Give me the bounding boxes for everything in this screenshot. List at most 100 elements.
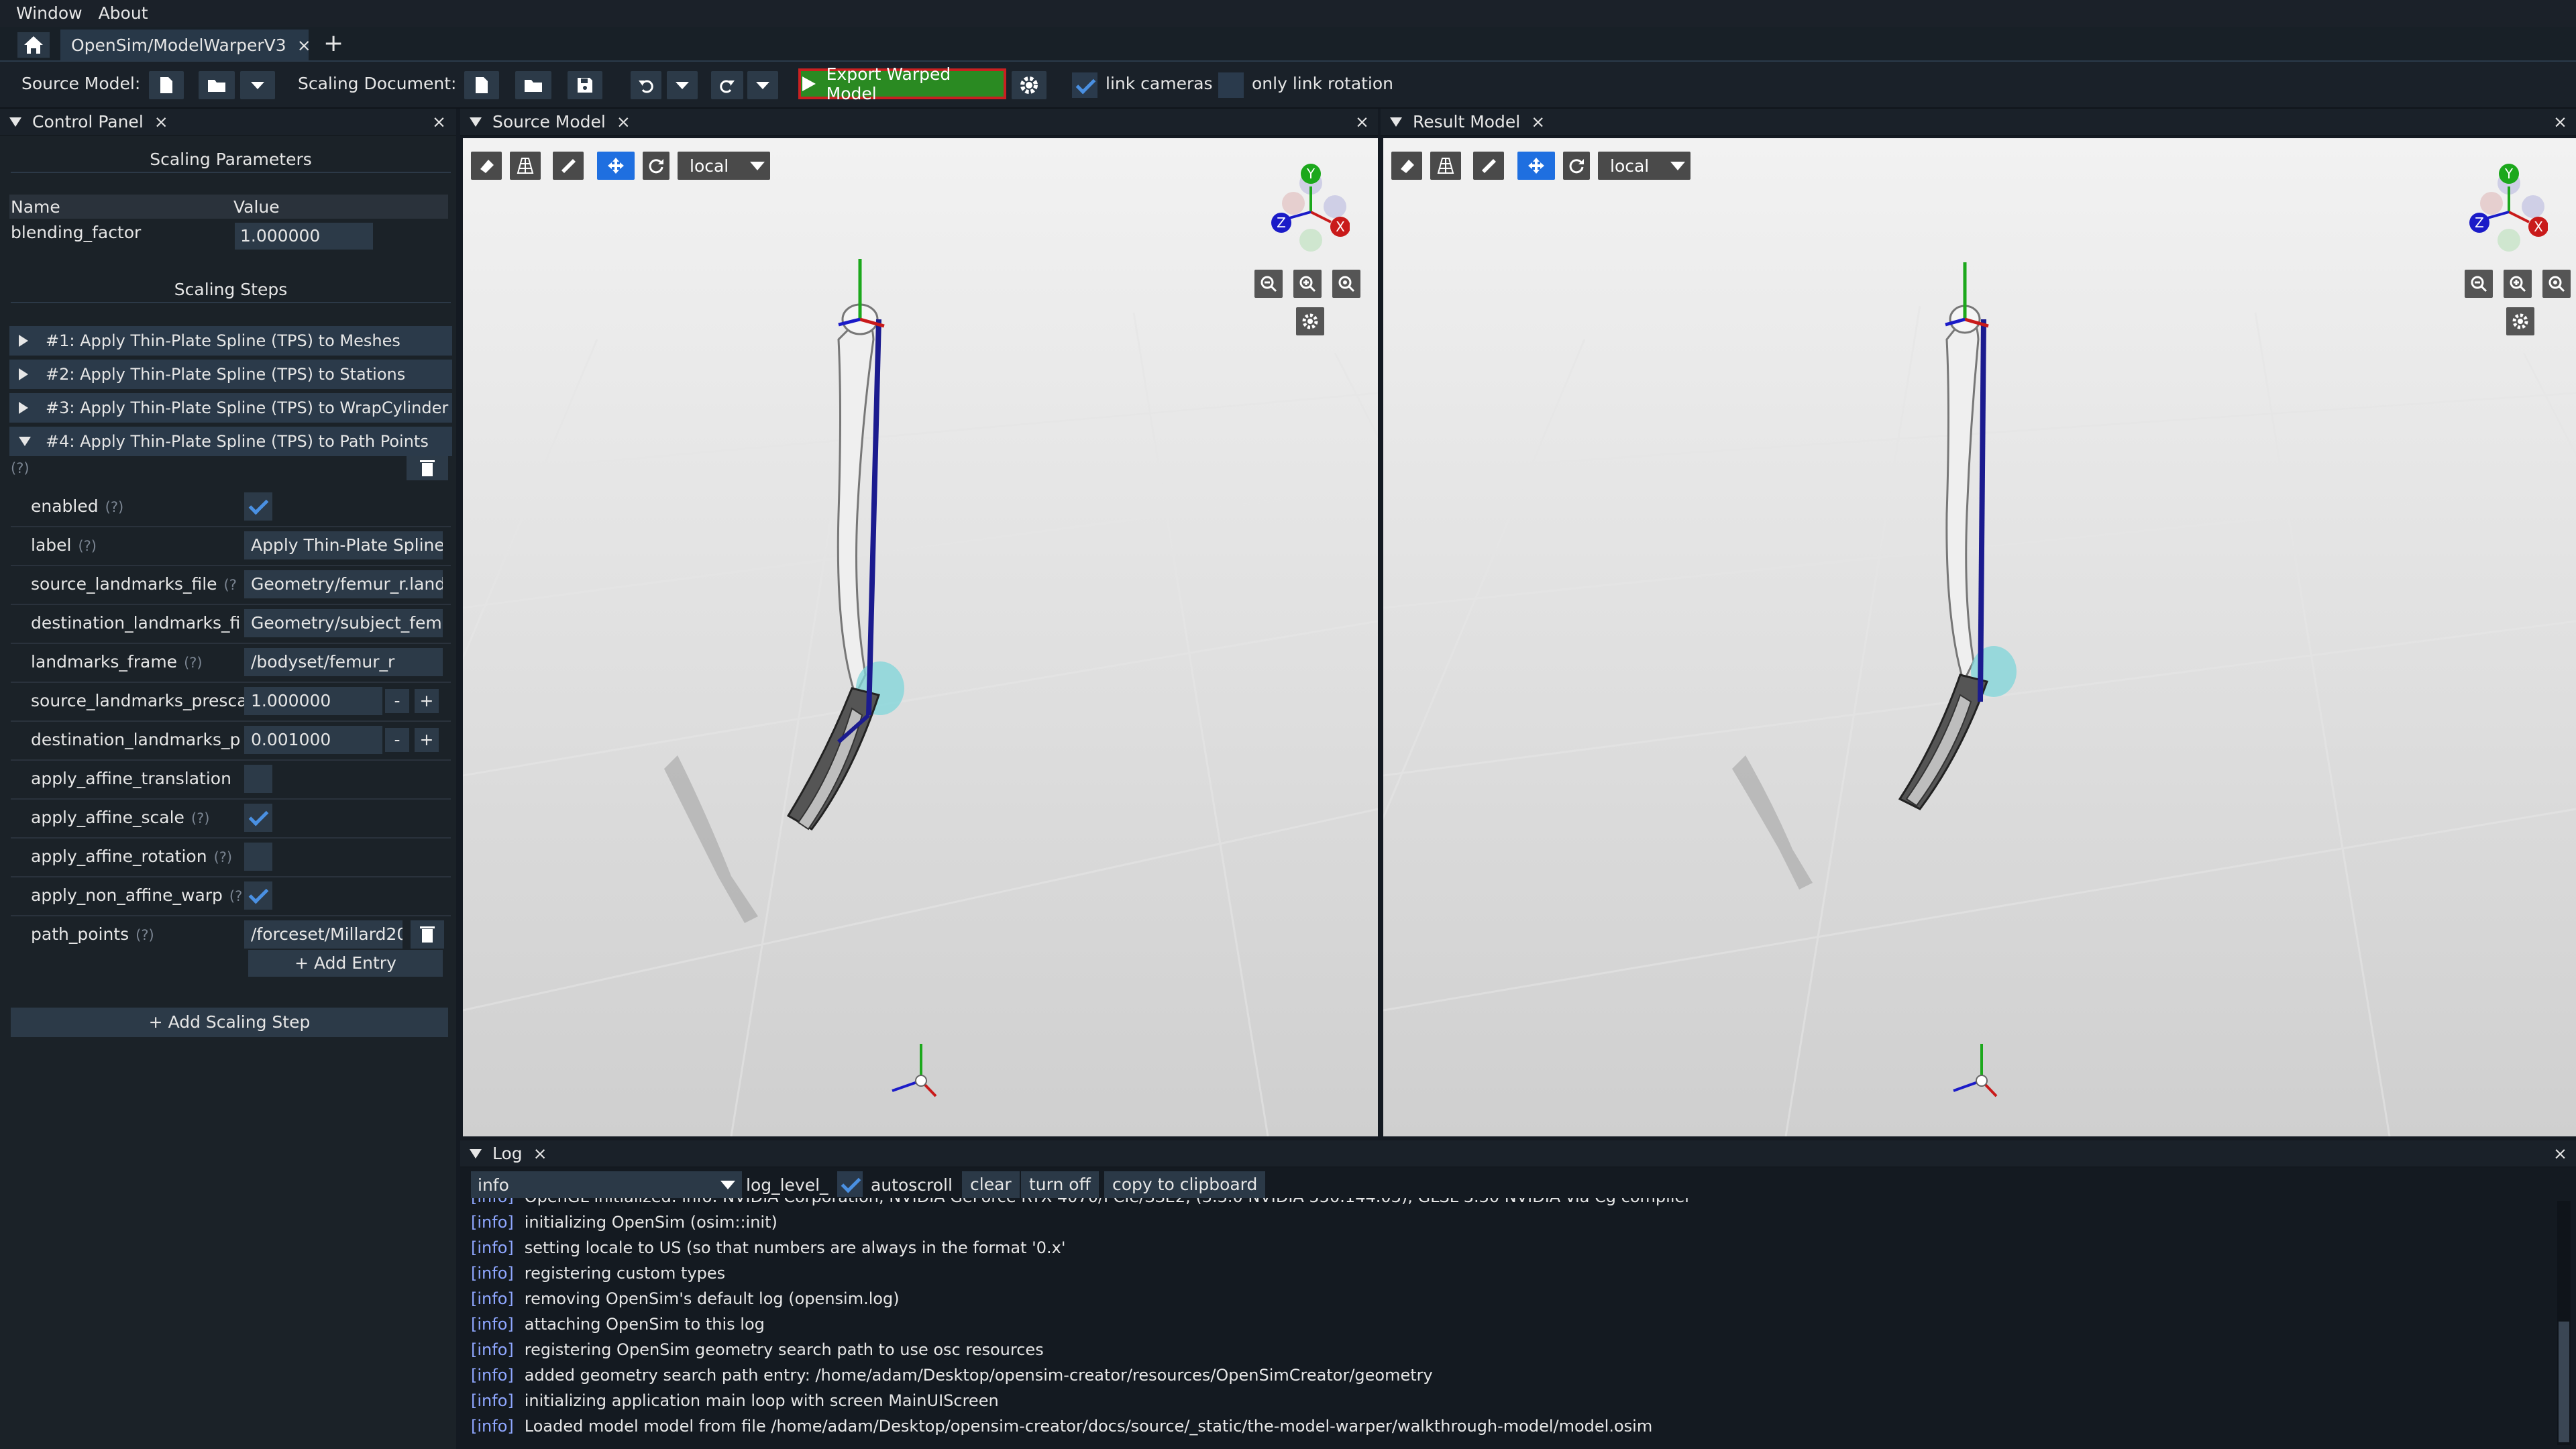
copy-to-clipboard-button[interactable]: copy to clipboard: [1104, 1171, 1266, 1198]
ruler-button[interactable]: [553, 152, 584, 180]
add-scaling-step-button[interactable]: + Add Scaling Step: [11, 1008, 448, 1037]
blending-factor-input[interactable]: 1.000000: [235, 223, 373, 250]
menu-about[interactable]: About: [99, 0, 148, 27]
property-input[interactable]: Geometry/femur_r.landm: [244, 570, 443, 598]
link-cameras-checkbox[interactable]: [1072, 72, 1097, 98]
home-tab[interactable]: [17, 32, 50, 58]
viewport-settings-button[interactable]: [2506, 307, 2534, 335]
eraser-button[interactable]: [471, 152, 502, 180]
help-marker[interactable]: (?): [214, 849, 233, 865]
property-input[interactable]: 0.001000: [244, 726, 382, 754]
help-marker[interactable]: (?: [229, 888, 242, 904]
scaling-step-4[interactable]: #4: Apply Thin-Plate Spline (TPS) to Pat…: [9, 427, 452, 456]
log-close-window-icon[interactable]: ×: [2553, 1144, 2567, 1163]
help-marker[interactable]: (?): [136, 927, 154, 943]
help-marker[interactable]: (?): [184, 655, 203, 671]
export-settings-button[interactable]: [1012, 71, 1046, 99]
turn-off-log-button[interactable]: turn off: [1021, 1171, 1099, 1198]
control-panel-close-window-icon[interactable]: ×: [432, 112, 446, 131]
rotate-button[interactable]: [1563, 152, 1590, 180]
collapse-icon[interactable]: [470, 1148, 482, 1159]
log-close-icon[interactable]: ×: [533, 1144, 547, 1163]
open-document-button[interactable]: [515, 71, 551, 99]
perspective-button[interactable]: [1430, 152, 1461, 180]
enabled-checkbox[interactable]: [244, 492, 272, 521]
viewport-settings-button[interactable]: [1296, 307, 1324, 335]
source-dropdown-button[interactable]: [240, 71, 275, 99]
scaling-step-3[interactable]: #3: Apply Thin-Plate Spline (TPS) to Wra…: [9, 393, 452, 423]
autoscroll-checkbox[interactable]: [837, 1171, 863, 1197]
zoom-out-button[interactable]: [1254, 270, 1283, 298]
control-panel: Control Panel × × Scaling Parameters Nam…: [0, 109, 456, 1449]
rotate-button[interactable]: [643, 152, 669, 180]
log-message: added geometry search path entry: /home/…: [524, 1366, 1433, 1385]
clear-log-button[interactable]: clear: [962, 1171, 1020, 1198]
auto-focus-button[interactable]: [1332, 270, 1360, 298]
row-divider: [11, 876, 451, 877]
source-model-close-window-icon[interactable]: ×: [1355, 112, 1369, 131]
undo-button[interactable]: [631, 71, 661, 99]
scaling-step-1[interactable]: #1: Apply Thin-Plate Spline (TPS) to Mes…: [9, 326, 452, 356]
control-panel-close-icon[interactable]: ×: [154, 112, 168, 131]
property-input[interactable]: /forceset/Millard20: [244, 920, 402, 949]
translate-button[interactable]: [597, 152, 635, 180]
redo-button[interactable]: [711, 71, 743, 99]
log-scrollbar[interactable]: [2557, 1201, 2571, 1445]
zoom-out-button[interactable]: [2465, 270, 2493, 298]
help-marker[interactable]: (?): [191, 810, 210, 826]
delete-entry-button[interactable]: [411, 920, 444, 949]
property-input[interactable]: /bodyset/femur_r: [244, 648, 443, 676]
property-input[interactable]: Apply Thin-Plate Spline (T: [244, 531, 443, 559]
help-marker[interactable]: (?): [78, 538, 97, 554]
result-3d-viewport[interactable]: local Y Z X: [1383, 138, 2576, 1136]
apply-affine-translation-checkbox[interactable]: [244, 765, 272, 793]
property-input[interactable]: 1.000000: [244, 687, 382, 715]
new-source-button[interactable]: [149, 71, 184, 99]
frame-select[interactable]: local: [1598, 152, 1690, 180]
decrement-button[interactable]: -: [385, 728, 409, 752]
undo-history-button[interactable]: [667, 71, 698, 99]
zoom-in-button[interactable]: [2504, 270, 2532, 298]
export-warped-model-button[interactable]: Export Warped Model: [798, 64, 1006, 103]
step-help-marker[interactable]: (?): [11, 460, 30, 476]
axis-gizmo[interactable]: Y Z X: [2454, 153, 2548, 267]
log-level-select[interactable]: info: [471, 1171, 742, 1198]
tab-model-warper[interactable]: OpenSim/ModelWarperV3 ×: [60, 30, 311, 60]
increment-button[interactable]: +: [415, 728, 439, 752]
scaling-step-2[interactable]: #2: Apply Thin-Plate Spline (TPS) to Sta…: [9, 360, 452, 389]
open-source-button[interactable]: [199, 71, 235, 99]
eraser-button[interactable]: [1391, 152, 1422, 180]
delete-step-button[interactable]: [407, 456, 448, 480]
only-link-rotation-checkbox[interactable]: [1218, 72, 1244, 98]
ruler-button[interactable]: [1473, 152, 1504, 180]
collapse-icon[interactable]: [1390, 117, 1402, 127]
log-scrollbar-thumb[interactable]: [2559, 1322, 2569, 1442]
auto-focus-button[interactable]: [2542, 270, 2571, 298]
apply-non-affine-warp-checkbox[interactable]: [244, 881, 272, 910]
new-document-button[interactable]: [464, 71, 499, 99]
menu-window[interactable]: Window: [16, 0, 83, 27]
collapse-icon[interactable]: [9, 117, 21, 127]
redo-history-button[interactable]: [747, 71, 778, 99]
translate-button[interactable]: [1517, 152, 1555, 180]
source-model-close-icon[interactable]: ×: [616, 112, 631, 131]
result-model-close-icon[interactable]: ×: [1531, 112, 1545, 131]
tab-close-icon[interactable]: ×: [297, 36, 311, 55]
add-entry-button[interactable]: + Add Entry: [248, 950, 443, 977]
result-model-close-window-icon[interactable]: ×: [2553, 112, 2567, 131]
source-3d-viewport[interactable]: local Y Z X: [463, 138, 1378, 1136]
zoom-in-button[interactable]: [1293, 270, 1322, 298]
frame-select[interactable]: local: [678, 152, 770, 180]
help-marker[interactable]: (?): [105, 499, 124, 515]
increment-button[interactable]: +: [415, 689, 439, 713]
apply-affine-rotation-checkbox[interactable]: [244, 843, 272, 871]
axis-gizmo[interactable]: Y Z X: [1256, 153, 1350, 267]
apply-affine-scale-checkbox[interactable]: [244, 804, 272, 832]
perspective-button[interactable]: [510, 152, 541, 180]
save-document-button[interactable]: [568, 71, 602, 99]
decrement-button[interactable]: -: [385, 689, 409, 713]
add-tab-button[interactable]: +: [323, 30, 343, 57]
collapse-icon[interactable]: [470, 117, 482, 127]
property-input[interactable]: Geometry/subject_femu: [244, 609, 443, 637]
help-marker[interactable]: (?: [224, 577, 237, 593]
